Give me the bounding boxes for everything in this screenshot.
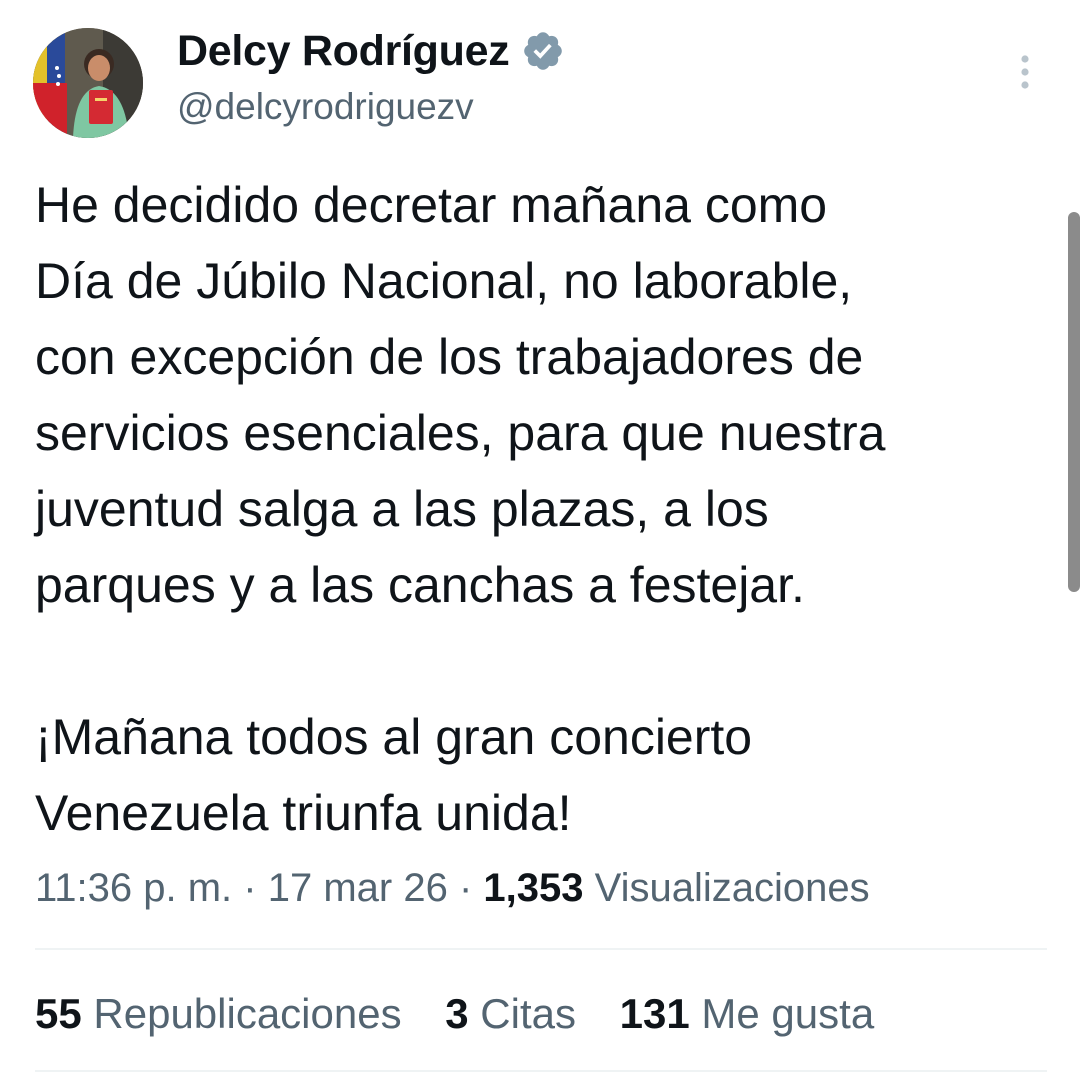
tweet-line: parques y a las canchas a festejar. bbox=[35, 557, 805, 613]
likes-stat[interactable]: 131 Me gusta bbox=[620, 988, 875, 1040]
tweet-line: Día de Júbilo Nacional, no laborable, bbox=[35, 253, 853, 309]
more-options-button[interactable] bbox=[1008, 52, 1042, 92]
reposts-label: Republicaciones bbox=[93, 990, 402, 1037]
tweet-meta: 11:36 p. m. · 17 mar 26 · 1,353 Visualiz… bbox=[35, 862, 870, 914]
quotes-count: 3 bbox=[445, 990, 469, 1037]
views-label: Visualizaciones bbox=[594, 866, 870, 910]
tweet-line: Venezuela triunfa unida! bbox=[35, 785, 572, 841]
scrollbar-thumb[interactable] bbox=[1068, 212, 1080, 592]
tweet-text: He decidido decretar mañana como Día de … bbox=[35, 167, 1055, 851]
author-handle[interactable]: @delcyrodriguezv bbox=[177, 86, 474, 128]
divider bbox=[35, 1070, 1047, 1072]
views-count: 1,353 bbox=[483, 866, 584, 910]
tweet-line: con excepción de los trabajadores de bbox=[35, 329, 864, 385]
quotes-label: Citas bbox=[480, 990, 576, 1037]
meta-separator: · bbox=[243, 866, 257, 910]
tweet-line: juventud salga a las plazas, a los bbox=[35, 481, 769, 537]
tweet-time[interactable]: 11:36 p. m. bbox=[35, 866, 232, 910]
tweet-line: He decidido decretar mañana como bbox=[35, 177, 828, 233]
tweet-date[interactable]: 17 mar 26 bbox=[268, 866, 448, 910]
paragraph-break bbox=[35, 623, 1055, 699]
engagement-stats: 55 Republicaciones 3 Citas 131 Me gusta bbox=[35, 988, 906, 1040]
quotes-stat[interactable]: 3 Citas bbox=[445, 988, 576, 1040]
verified-badge-icon bbox=[521, 29, 565, 73]
likes-label: Me gusta bbox=[701, 990, 875, 1037]
reposts-stat[interactable]: 55 Republicaciones bbox=[35, 988, 402, 1040]
reposts-count: 55 bbox=[35, 990, 82, 1037]
tweet-line: ¡Mañana todos al gran concierto bbox=[35, 709, 753, 765]
more-vertical-icon bbox=[1021, 55, 1029, 89]
author-display-name[interactable]: Delcy Rodríguez bbox=[177, 27, 510, 76]
avatar[interactable] bbox=[33, 28, 143, 138]
divider bbox=[35, 948, 1047, 950]
likes-count: 131 bbox=[619, 990, 690, 1037]
meta-separator: · bbox=[458, 866, 473, 910]
avatar-photo bbox=[33, 28, 143, 138]
tweet-line: servicios esenciales, para que nuestra bbox=[35, 405, 886, 461]
author-name-row[interactable]: Delcy Rodríguez bbox=[177, 26, 565, 76]
